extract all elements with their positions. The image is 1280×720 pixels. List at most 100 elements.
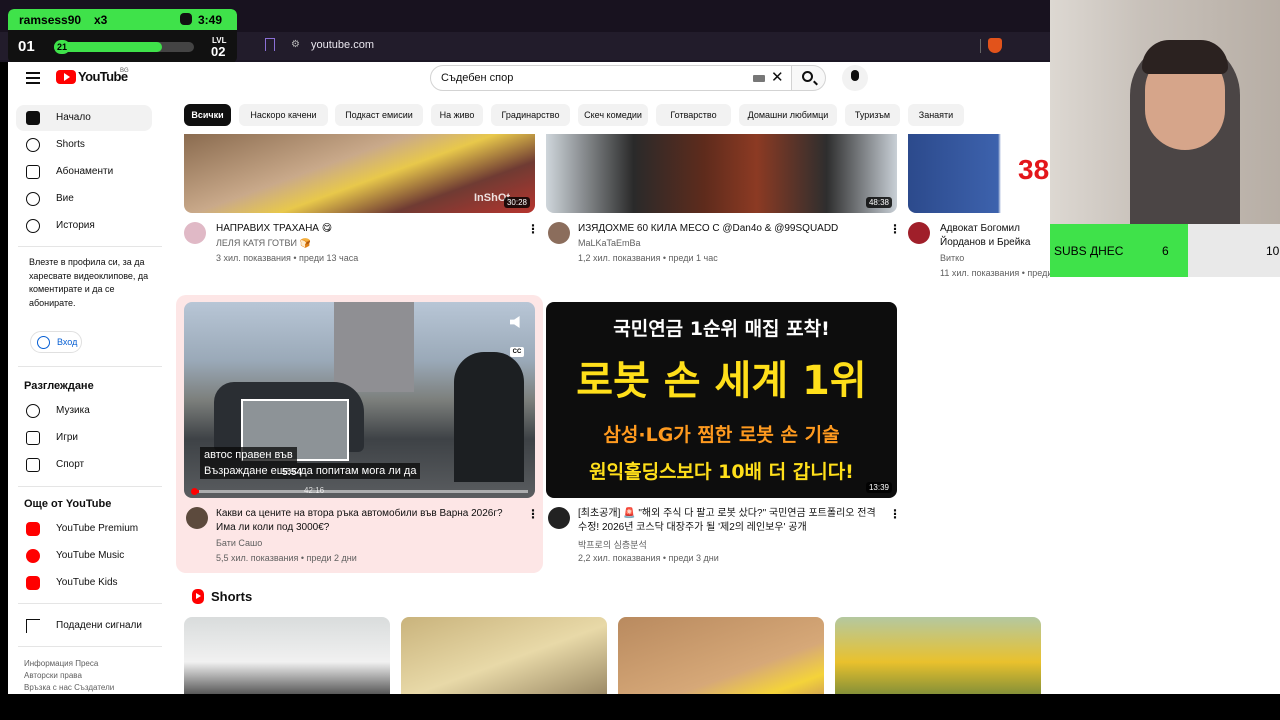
- video-thumbnail[interactable]: 38: [908, 134, 1050, 213]
- sidebar-item-sports[interactable]: Спорт: [16, 452, 152, 478]
- channel-avatar[interactable]: [908, 222, 930, 244]
- chip[interactable]: Занаяти: [908, 104, 964, 126]
- channel-avatar[interactable]: [184, 222, 206, 244]
- video-thumbnail[interactable]: 국민연금 1순위 매집 포착! 로봇 손 세계 1위 삼성·LG가 찜한 로봇 …: [546, 302, 897, 498]
- thumbnail-text: 삼성·LG가 찜한 로봇 손 기술: [603, 424, 840, 446]
- hud-left-number: 01: [18, 38, 35, 55]
- sidebar-item-label: История: [56, 220, 95, 231]
- webcam-feed: [1050, 0, 1280, 224]
- youtube-logo-icon[interactable]: [56, 70, 76, 84]
- captions-icon[interactable]: CC: [510, 347, 524, 357]
- sidebar-item-you[interactable]: Вие: [16, 186, 152, 212]
- video-title[interactable]: Какви са цените на втора ръка автомобили…: [216, 507, 516, 535]
- channel-name[interactable]: Витко: [940, 253, 964, 263]
- keyboard-icon[interactable]: [753, 75, 765, 82]
- progress-scrubber[interactable]: [191, 488, 198, 495]
- xp-bar-fill: [54, 42, 162, 52]
- person-shape: [454, 352, 524, 482]
- video-thumbnail[interactable]: 48:38: [546, 134, 897, 213]
- progress-bar[interactable]: [192, 490, 528, 493]
- sidebar-item-premium[interactable]: YouTube Premium: [16, 516, 152, 542]
- sidebar-item-home[interactable]: Начало: [16, 105, 152, 131]
- video-title[interactable]: Адвокат Богомил Йорданов и Брейка: [940, 222, 1050, 250]
- sidebar-item-music-app[interactable]: YouTube Music: [16, 543, 152, 569]
- chip-all[interactable]: Всички: [184, 104, 231, 126]
- signin-button[interactable]: Вход: [30, 331, 82, 353]
- footer-link[interactable]: Информация Преса: [24, 659, 98, 668]
- thumbnail-badge: 38: [1018, 154, 1050, 185]
- page-right-area: [1050, 277, 1280, 694]
- subs-widget: SUBS ДНЕС 6 10: [1050, 224, 1280, 277]
- video-title[interactable]: [최초공개] 🚨 "해외 주식 다 팔고 로봇 샀다?" 국민연금 포트폴리오 …: [578, 507, 883, 535]
- video-duration: 30:28: [503, 197, 530, 208]
- more-from-youtube-heading: Още от YouTube: [24, 498, 112, 510]
- chip[interactable]: Туризъм: [845, 104, 900, 126]
- short-thumbnail[interactable]: [401, 617, 607, 694]
- xp-bar: [54, 42, 194, 52]
- scrub-time: 5:54: [282, 467, 303, 478]
- channel-avatar[interactable]: [186, 507, 208, 529]
- bookmark-icon[interactable]: [265, 38, 275, 51]
- chip[interactable]: Готварство: [656, 104, 731, 126]
- chip[interactable]: Градинарство: [491, 104, 570, 126]
- shorts-heading: Shorts: [211, 589, 253, 604]
- more-vert-icon[interactable]: ⋮: [889, 223, 901, 235]
- video-meta: 3 хил. показвания • преди 13 часа: [216, 253, 359, 263]
- channel-avatar[interactable]: [548, 507, 570, 529]
- channel-name[interactable]: MaLKaTaEmBa: [578, 238, 641, 248]
- thumbnail-text: 로봇 손 세계 1위: [576, 358, 867, 404]
- account-icon: [26, 192, 40, 206]
- short-thumbnail[interactable]: [618, 617, 824, 694]
- short-thumbnail[interactable]: [184, 617, 390, 694]
- chip[interactable]: Подкаст емисии: [335, 104, 423, 126]
- more-vert-icon[interactable]: ⋮: [527, 223, 539, 235]
- footer-link[interactable]: Връзка с нас Създатели: [24, 683, 114, 692]
- sidebar-item-music[interactable]: Музика: [16, 398, 152, 424]
- search-button[interactable]: [792, 65, 826, 91]
- search-value[interactable]: Съдебен спор: [441, 72, 513, 84]
- channel-avatar[interactable]: [548, 222, 570, 244]
- search-input[interactable]: Съдебен спор ✕: [430, 65, 792, 91]
- video-duration: 13:39: [865, 482, 892, 493]
- sidebar-item-label: Спорт: [56, 459, 85, 470]
- chip[interactable]: На живо: [431, 104, 483, 126]
- more-vert-icon[interactable]: ⋮: [527, 508, 539, 520]
- sidebar-item-kids[interactable]: YouTube Kids: [16, 570, 152, 596]
- sidebar-item-gaming[interactable]: Игри: [16, 425, 152, 451]
- video-meta: 2,2 хил. показвания • преди 3 дни: [578, 553, 719, 563]
- signin-button-label: Вход: [57, 337, 78, 347]
- site-settings-icon[interactable]: ⚙: [291, 40, 301, 50]
- video-preview-player[interactable]: CC автос правен във Възраждане ешах да п…: [184, 302, 535, 498]
- channel-name[interactable]: 박프로의 심층분석: [578, 538, 647, 551]
- menu-icon[interactable]: [26, 72, 40, 84]
- video-thumbnail[interactable]: InShOt 30:28: [184, 134, 535, 213]
- channel-name[interactable]: Бати Сашо: [216, 538, 262, 548]
- chip[interactable]: Наскоро качени: [239, 104, 328, 126]
- mute-icon[interactable]: [510, 316, 520, 328]
- more-vert-icon[interactable]: ⋮: [889, 508, 901, 520]
- shorts-icon: [26, 138, 40, 152]
- flag-icon: [26, 619, 40, 633]
- video-title[interactable]: ИЗЯДОХМЕ 60 КИЛА МЕСО С @Dan4o & @99SQUA…: [578, 222, 878, 236]
- sidebar-item-subscriptions[interactable]: Абонаменти: [16, 159, 152, 185]
- url-text[interactable]: youtube.com: [311, 39, 374, 51]
- masthead: YouTube BG Съдебен спор ✕: [8, 62, 1050, 98]
- video-meta: 11 хил. показвания • преди: [940, 268, 1050, 278]
- chip[interactable]: Скеч комедии: [578, 104, 648, 126]
- footer-link[interactable]: Авторски права: [24, 671, 82, 680]
- microphone-icon: [851, 70, 859, 81]
- brave-shield-icon[interactable]: [988, 38, 1002, 53]
- voice-search-button[interactable]: [842, 65, 868, 91]
- video-meta: 5,5 хил. показвания • преди 2 дни: [216, 553, 357, 563]
- sidebar-item-reports[interactable]: Подадени сигнали: [16, 613, 152, 639]
- clear-search-icon[interactable]: ✕: [771, 68, 784, 86]
- short-thumbnail[interactable]: [835, 617, 1041, 694]
- sidebar-item-shorts[interactable]: Shorts: [16, 132, 152, 158]
- divider: [18, 603, 162, 604]
- chip[interactable]: Домашни любимци: [739, 104, 837, 126]
- divider: [980, 39, 981, 53]
- channel-name[interactable]: ЛЕЛЯ КАТЯ ГОТВИ 🍞: [216, 238, 311, 249]
- sidebar-item-history[interactable]: История: [16, 213, 152, 239]
- video-title[interactable]: НАПРАВИХ ТРАХАНА 😋: [216, 222, 516, 236]
- youtube-music-icon: [26, 549, 40, 563]
